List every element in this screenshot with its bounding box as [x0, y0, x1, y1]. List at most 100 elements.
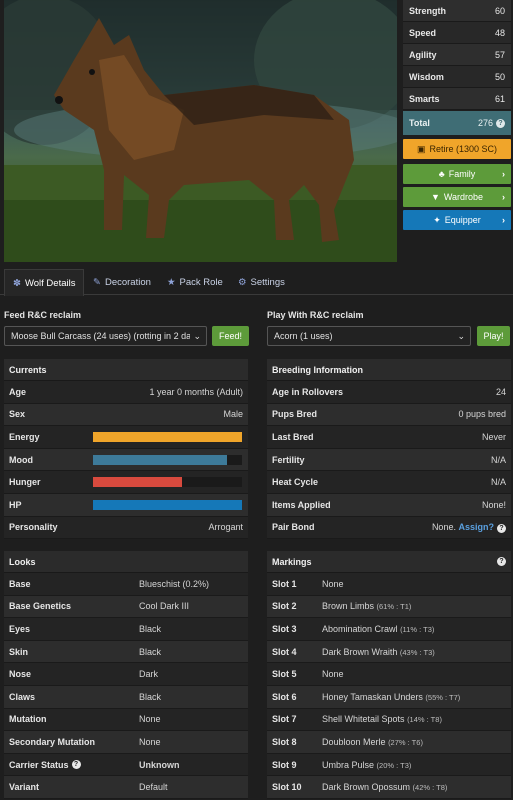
play-select[interactable]: Acorn (1 uses) ⌄	[267, 326, 471, 346]
looks-row: Base Genetics Cool Dark III	[4, 595, 248, 619]
mood-bar-fill	[93, 454, 228, 465]
tab-wolf-details[interactable]: ✽ Wolf Details	[4, 269, 85, 296]
breeding-label: Last Bred	[272, 431, 314, 442]
stat-smarts: Smarts 61	[403, 88, 511, 110]
stats-panel: Strength 60 Speed 48 Agility 57 Wisdom 50 Sm…	[403, 0, 511, 135]
stat-value: 60	[494, 5, 505, 16]
currents-panel: Currents Age 1 year 0 months (Adult) Sex M…	[4, 359, 248, 540]
marking-row: Slot 8 Doubloon Merle (27% : T6)	[267, 731, 511, 754]
looks-row: Eyes Black	[4, 618, 248, 641]
marking-row: Slot 10 Dark Brown Opossum (42% : T8)	[267, 776, 511, 799]
marking-name: Honey Tamaskan Unders	[322, 691, 423, 702]
assign-link[interactable]: Assign?	[458, 522, 494, 532]
variant-row: Variant Default	[4, 776, 248, 799]
marking-slot: Slot 2	[272, 601, 297, 612]
age-row: Age 1 year 0 months (Adult)	[4, 381, 248, 404]
carrier-status-link[interactable]: Unknown	[139, 760, 180, 770]
marking-slot: Slot 5	[272, 669, 297, 680]
looks-row: Mutation None	[4, 708, 248, 732]
breeding-row: Heat Cycle N/A	[267, 471, 511, 494]
stat-strength: Strength 60	[403, 0, 511, 22]
equipper-label: Equipper	[444, 215, 481, 225]
carrier-status-row: Carrier Status? Unknown	[4, 753, 248, 777]
help-icon[interactable]: ?	[71, 760, 81, 770]
play-button[interactable]: Play!	[477, 326, 510, 346]
marking-detail: (14% : T8)	[407, 715, 442, 725]
markings-panel: Markings? Slot 1 None Slot 2 Brown Limbs (…	[267, 551, 511, 799]
variant-value: Default	[139, 782, 168, 793]
marking-row: Slot 9 Umbra Pulse (20% : T3)	[267, 753, 511, 777]
family-button[interactable]: ♣ Family ›	[403, 164, 511, 184]
breeding-label: Age in Rollovers	[272, 386, 344, 397]
looks-title: Looks	[9, 556, 36, 567]
personality-value: Arrogant	[208, 522, 243, 533]
pair-bond-row: Pair Bond None. Assign??	[267, 516, 511, 540]
breeding-value: N/A	[490, 477, 506, 488]
marking-row: Slot 7 Shell Whitetail Spots (14% : T8)	[267, 708, 511, 732]
looks-value: Black	[139, 646, 162, 657]
feed-selected-value: Moose Bull Carcass (24 uses) (rotting in…	[11, 331, 192, 341]
marking-value: Abomination Crawl (11% : T3)	[322, 624, 434, 634]
equipper-button[interactable]: ✦ Equipper ›	[403, 210, 511, 230]
gear-icon: ⚙	[238, 276, 247, 288]
marking-name: Umbra Pulse	[322, 759, 375, 770]
tab-settings[interactable]: ⚙ Settings	[238, 269, 285, 295]
chevron-down-icon: ⌄	[190, 330, 201, 342]
stat-wisdom: Wisdom 50	[403, 66, 511, 88]
hunger-bar	[93, 477, 242, 488]
pair-bond-label: Pair Bond	[272, 522, 315, 533]
breeding-value: Never	[481, 431, 506, 442]
brush-icon: ✎	[93, 276, 101, 288]
breeding-label: Pups Bred	[272, 409, 318, 420]
stat-value: 61	[494, 93, 505, 104]
personality-row: Personality Arrogant	[4, 516, 248, 540]
hunger-label: Hunger	[9, 477, 41, 488]
marking-row: Slot 6 Honey Tamaskan Unders (55% : T7)	[267, 685, 511, 709]
breeding-value: 0 pups bred	[458, 409, 506, 420]
shirt-icon: ▼	[430, 192, 440, 202]
help-icon[interactable]: ?	[497, 557, 506, 566]
wardrobe-button[interactable]: ▼ Wardrobe ›	[403, 187, 511, 207]
tab-decoration[interactable]: ✎ Decoration	[93, 269, 151, 295]
marking-value: Brown Limbs (61% : T1)	[322, 601, 411, 611]
stat-total: Total 276?	[403, 111, 511, 135]
tab-pack-role[interactable]: ★ Pack Role	[167, 269, 223, 295]
breeding-row: Items Applied None!	[267, 493, 511, 517]
hunger-bar-fill	[93, 477, 183, 488]
marking-value: None	[322, 579, 344, 589]
sex-value: Male	[223, 409, 243, 420]
chevron-right-icon: ›	[502, 192, 505, 202]
hp-label: HP	[9, 499, 22, 510]
breeding-value: N/A	[490, 454, 506, 465]
marking-row: Slot 1 None	[267, 573, 511, 596]
family-label: Family	[448, 169, 476, 179]
retire-button[interactable]: ▣ Retire (1300 SC)	[403, 139, 511, 159]
carrier-status-label: Carrier Status	[9, 759, 69, 770]
breeding-title: Breeding Information	[272, 364, 364, 375]
chevron-down-icon: ⌄	[454, 330, 465, 342]
stat-label: Strength	[409, 5, 446, 16]
paw-icon: ✽	[13, 277, 21, 289]
marking-row: Slot 3 Abomination Crawl (11% : T3)	[267, 618, 511, 641]
marking-name: Dark Brown Wraith	[322, 646, 398, 657]
feed-select[interactable]: Moose Bull Carcass (24 uses) (rotting in…	[4, 326, 207, 346]
marking-slot: Slot 7	[272, 714, 297, 725]
marking-detail: (43% : T3)	[399, 647, 435, 657]
wardrobe-label: Wardrobe	[443, 192, 484, 202]
marking-row: Slot 5 None	[267, 663, 511, 686]
marking-name: Dark Brown Opossum	[322, 782, 411, 793]
chevron-right-icon: ›	[502, 215, 505, 225]
energy-bar-fill	[93, 431, 242, 442]
looks-value: Black	[139, 691, 162, 702]
looks-row: Nose Dark	[4, 663, 248, 686]
retire-label: Retire (1300 SC)	[429, 144, 498, 154]
looks-label: Claws	[9, 691, 36, 702]
looks-row: Base Blueschist (0.2%)	[4, 573, 248, 596]
markings-title: Markings	[272, 556, 312, 567]
feed-button[interactable]: Feed!	[212, 326, 249, 346]
breeding-panel: Breeding Information Age in Rollovers 24 …	[267, 359, 511, 540]
currents-header: Currents	[4, 359, 248, 381]
looks-header: Looks	[4, 551, 248, 573]
help-icon[interactable]: ?	[497, 523, 506, 533]
help-icon[interactable]: ?	[496, 118, 505, 128]
